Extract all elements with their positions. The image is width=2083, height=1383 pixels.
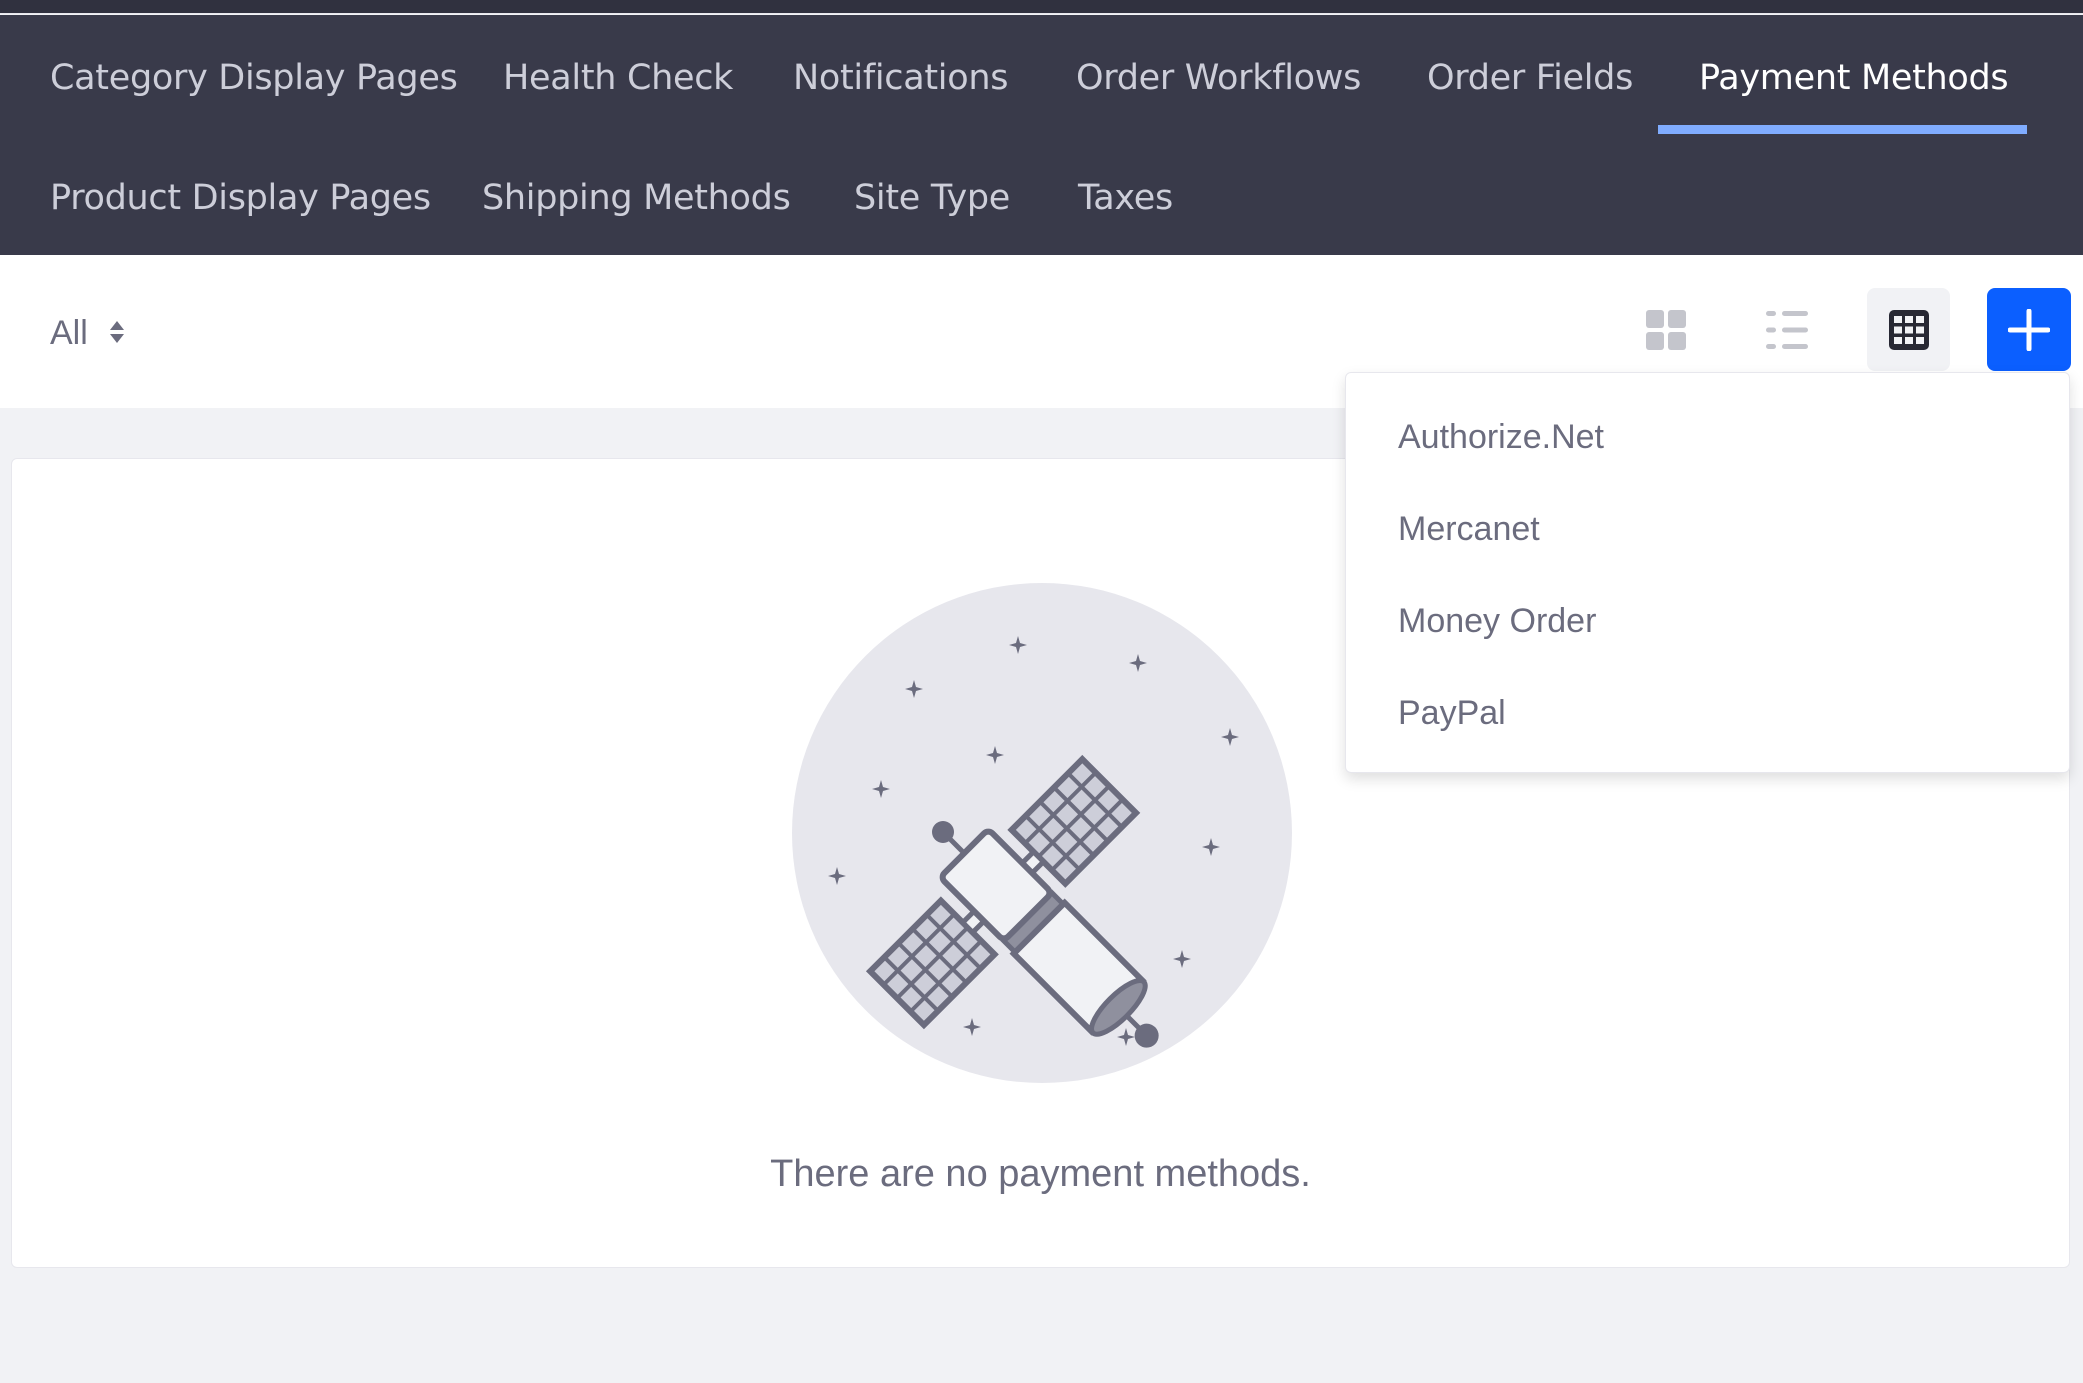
tab-shipping-methods[interactable]: Shipping Methods xyxy=(482,178,791,218)
sort-caret-icon xyxy=(109,321,124,345)
list-view-button[interactable] xyxy=(1745,288,1828,371)
list-view-icon xyxy=(1765,310,1808,349)
menu-item-money-order[interactable]: Money Order xyxy=(1346,575,2069,667)
navigation-bar: Category Display Pages Health Check Noti… xyxy=(0,15,2083,255)
tab-product-display-pages[interactable]: Product Display Pages xyxy=(50,178,431,218)
menu-item-authorize-net[interactable]: Authorize.Net xyxy=(1346,391,2069,483)
add-payment-method-menu: Authorize.Net Mercanet Money Order PayPa… xyxy=(1345,372,2070,773)
table-view-icon xyxy=(1888,309,1929,350)
tab-site-type[interactable]: Site Type xyxy=(854,178,1010,218)
active-tab-indicator xyxy=(1658,125,2027,134)
tab-notifications[interactable]: Notifications xyxy=(793,58,1008,98)
cards-view-button[interactable] xyxy=(1624,288,1707,371)
add-button[interactable] xyxy=(1987,288,2071,371)
tab-category-display-pages[interactable]: Category Display Pages xyxy=(50,58,458,98)
plus-icon xyxy=(2008,308,2050,351)
filter-dropdown[interactable]: All xyxy=(50,313,124,353)
cards-view-icon xyxy=(1645,309,1686,350)
empty-state-message: There are no payment methods. xyxy=(770,1153,1311,1195)
tab-taxes[interactable]: Taxes xyxy=(1078,178,1173,218)
menu-item-mercanet[interactable]: Mercanet xyxy=(1346,483,2069,575)
menu-item-paypal[interactable]: PayPal xyxy=(1346,667,2069,759)
tab-health-check[interactable]: Health Check xyxy=(503,58,733,98)
tab-order-fields[interactable]: Order Fields xyxy=(1427,58,1633,98)
tab-payment-methods[interactable]: Payment Methods xyxy=(1699,58,2009,98)
top-strip xyxy=(0,0,2083,14)
satellite-illustration xyxy=(792,583,1292,1083)
table-view-button[interactable] xyxy=(1867,288,1950,371)
filter-label: All xyxy=(50,313,88,352)
tab-order-workflows[interactable]: Order Workflows xyxy=(1076,58,1361,98)
